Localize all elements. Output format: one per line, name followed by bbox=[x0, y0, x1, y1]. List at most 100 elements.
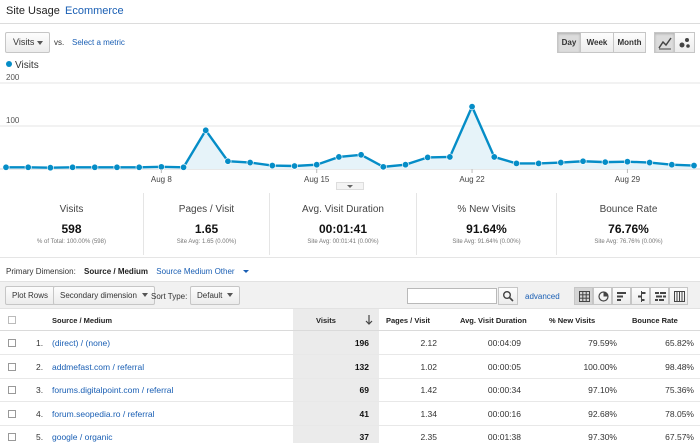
sort-descending-icon bbox=[365, 315, 373, 325]
row-source-medium-link[interactable]: forums.digitalpoint.com / referral bbox=[52, 385, 173, 395]
data-point bbox=[512, 159, 520, 167]
data-point bbox=[46, 164, 54, 172]
row-new-visits: 97.30% bbox=[588, 432, 617, 442]
visits-chart: 200 100 Aug 8 Aug 15 Aug 22 Aug 29 bbox=[0, 74, 700, 184]
header-visits[interactable]: Visits bbox=[316, 316, 336, 325]
data-point bbox=[379, 163, 387, 171]
scorecard-label: Visits bbox=[59, 204, 84, 215]
x-tick-label: Aug 29 bbox=[615, 175, 641, 184]
chevron-down-icon bbox=[37, 41, 43, 45]
view-term-cloud-button[interactable] bbox=[650, 287, 669, 305]
series-area bbox=[6, 106, 694, 169]
dimension-other-label: Other bbox=[214, 267, 235, 276]
row-visits: 196 bbox=[354, 338, 369, 348]
row-source-medium-link[interactable]: (direct) / (none) bbox=[52, 338, 110, 348]
data-point bbox=[246, 159, 254, 167]
motion-chart-view-button[interactable] bbox=[674, 32, 695, 53]
row-source-medium-link[interactable]: forum.seopedia.ro / referral bbox=[52, 409, 155, 419]
row-avg-duration: 00:00:16 bbox=[487, 408, 521, 419]
data-point bbox=[180, 163, 188, 171]
scorecard-visits[interactable]: Visits 598 % of Total: 100.00% (598) bbox=[0, 193, 143, 255]
search-icon bbox=[503, 291, 514, 302]
row-checkbox[interactable] bbox=[8, 339, 16, 347]
data-point bbox=[446, 153, 454, 161]
select-all-checkbox[interactable] bbox=[8, 316, 16, 324]
sort-type-label: Sort Type: bbox=[151, 292, 188, 301]
tab-ecommerce[interactable]: Ecommerce bbox=[65, 5, 124, 17]
data-point bbox=[291, 162, 299, 170]
data-point bbox=[424, 153, 432, 161]
row-avg-duration: 00:04:09 bbox=[487, 338, 521, 348]
header-pages-visit[interactable]: Pages / Visit bbox=[386, 316, 430, 325]
dimension-other-dropdown[interactable]: Other bbox=[215, 267, 255, 276]
triangle-down-icon bbox=[347, 185, 353, 188]
header-avg-duration[interactable]: Avg. Visit Duration bbox=[460, 316, 527, 325]
row-checkbox[interactable] bbox=[8, 433, 16, 441]
y-tick-label: 100 bbox=[6, 116, 20, 125]
data-point bbox=[646, 159, 654, 167]
row-source-medium-link[interactable]: addmefast.com / referral bbox=[52, 362, 144, 372]
scorecard-new-visits[interactable]: % New Visits 91.64% Site Avg: 91.64% (0.… bbox=[416, 193, 556, 255]
search-button[interactable] bbox=[498, 287, 518, 305]
period-week-button[interactable]: Week bbox=[580, 32, 614, 53]
metric-select[interactable]: Visits bbox=[5, 32, 50, 53]
secondary-dimension-label: Secondary dimension bbox=[60, 291, 137, 300]
dimension-source-link[interactable]: Source bbox=[156, 267, 181, 276]
data-point bbox=[468, 103, 476, 111]
scorecard-bounce-rate[interactable]: Bounce Rate 76.76% Site Avg: 76.76% (0.0… bbox=[556, 193, 700, 255]
header-source-medium[interactable]: Source / Medium bbox=[52, 316, 112, 325]
row-source-medium-link[interactable]: google / organic bbox=[52, 432, 113, 442]
row-bounce-rate: 65.82% bbox=[665, 338, 694, 348]
table-row: 3. forums.digitalpoint.com / referral 69 1.… bbox=[0, 379, 700, 402]
scorecard-value: 76.76% bbox=[608, 222, 649, 236]
bubble-chart-icon bbox=[679, 38, 690, 48]
scorecard-sub: Site Avg: 91.64% (0.00%) bbox=[452, 239, 521, 245]
pivot-icon bbox=[674, 291, 685, 302]
data-point bbox=[268, 162, 276, 170]
x-tick-label: Aug 22 bbox=[459, 175, 485, 184]
row-checkbox[interactable] bbox=[8, 386, 16, 394]
view-pivot-button[interactable] bbox=[669, 287, 688, 305]
row-bounce-rate: 75.36% bbox=[665, 385, 694, 395]
data-point bbox=[113, 163, 121, 171]
view-data-table-button[interactable] bbox=[574, 287, 593, 305]
dimension-medium-link[interactable]: Medium bbox=[184, 267, 212, 276]
plot-rows-button[interactable]: Plot Rows bbox=[5, 286, 56, 305]
row-new-visits: 92.68% bbox=[588, 408, 617, 419]
scorecard-pages-visit[interactable]: Pages / Visit 1.65 Site Avg: 1.65 (0.00%… bbox=[143, 193, 269, 255]
select-metric-link[interactable]: Select a metric bbox=[72, 38, 125, 47]
view-performance-button[interactable] bbox=[612, 287, 631, 305]
secondary-dimension-dropdown[interactable]: Secondary dimension bbox=[53, 286, 155, 305]
scorecard-avg-duration[interactable]: Avg. Visit Duration 00:01:41 Site Avg: 0… bbox=[269, 193, 416, 255]
line-chart-view-button[interactable] bbox=[654, 32, 675, 53]
header-bounce-rate[interactable]: Bounce Rate bbox=[632, 316, 678, 325]
row-new-visits: 97.10% bbox=[588, 385, 617, 395]
row-pages-visit: 2.12 bbox=[420, 338, 437, 348]
period-day-button[interactable]: Day bbox=[557, 32, 581, 53]
row-new-visits: 79.59% bbox=[588, 338, 617, 348]
row-index: 5. bbox=[36, 432, 44, 442]
data-point bbox=[535, 159, 543, 167]
view-pie-button[interactable] bbox=[593, 287, 612, 305]
sort-type-dropdown[interactable]: Default bbox=[190, 286, 241, 305]
view-comparison-button[interactable] bbox=[631, 287, 650, 305]
period-month-button[interactable]: Month bbox=[613, 32, 646, 53]
advanced-filter-link[interactable]: advanced bbox=[525, 292, 560, 301]
table-search-input[interactable] bbox=[407, 288, 497, 304]
chevron-down-icon bbox=[227, 293, 234, 297]
collapse-chart-toggle[interactable] bbox=[336, 182, 364, 190]
scorecard-value: 91.64% bbox=[466, 222, 507, 236]
header-new-visits[interactable]: % New Visits bbox=[549, 316, 595, 325]
primary-dimension-bar: Primary Dimension: Source / Medium Sourc… bbox=[6, 267, 255, 276]
data-point bbox=[24, 163, 32, 171]
data-point bbox=[490, 153, 498, 161]
tab-site-usage[interactable]: Site Usage bbox=[6, 5, 60, 17]
row-checkbox[interactable] bbox=[8, 409, 16, 418]
data-point bbox=[401, 161, 409, 169]
x-tick-label: Aug 8 bbox=[151, 175, 172, 184]
table-row: 5. google / organic 37 2.35 00:01:38 97.30% 67… bbox=[0, 426, 700, 443]
scorecard-label: Pages / Visit bbox=[178, 204, 235, 215]
row-visits: 132 bbox=[354, 361, 369, 372]
chevron-down-icon bbox=[141, 293, 148, 297]
row-checkbox[interactable] bbox=[8, 362, 16, 371]
